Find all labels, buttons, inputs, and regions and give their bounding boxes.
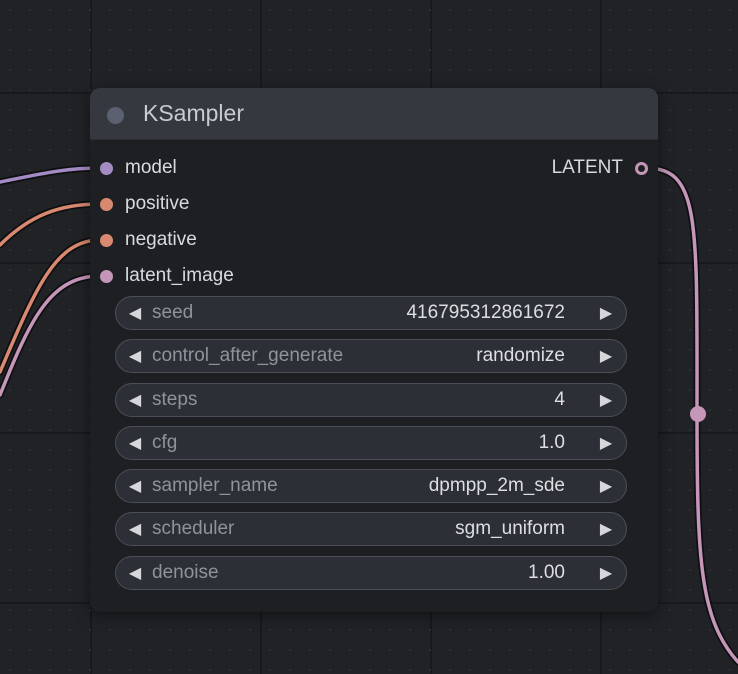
positive-pin-icon[interactable] <box>100 197 113 211</box>
input-label-latent-image: latent_image <box>125 265 234 286</box>
widget-value[interactable]: 1.00 <box>528 562 565 584</box>
latent-image-pin-icon[interactable] <box>100 269 113 283</box>
widget-name: denoise <box>152 562 219 583</box>
decrement-arrow-icon[interactable]: ◀ <box>126 519 144 539</box>
node-title: KSampler <box>143 100 244 126</box>
widget-value[interactable]: dpmpp_2m_sde <box>429 475 565 497</box>
increment-arrow-icon[interactable]: ▶ <box>597 346 615 366</box>
increment-arrow-icon[interactable]: ▶ <box>597 390 615 410</box>
ksampler-node[interactable]: KSampler model positive negative latent_… <box>90 88 658 612</box>
increment-arrow-icon[interactable]: ▶ <box>597 433 615 453</box>
widget-name: seed <box>152 302 194 323</box>
negative-pin-icon[interactable] <box>100 233 113 247</box>
widget-name: scheduler <box>152 518 235 539</box>
latent-output-pin-icon[interactable] <box>635 161 648 175</box>
widget-steps[interactable]: ◀ steps 4 ▶ <box>115 383 627 417</box>
widget-name: cfg <box>152 432 178 453</box>
increment-arrow-icon[interactable]: ▶ <box>597 563 615 583</box>
input-slot-model[interactable]: model <box>100 155 177 181</box>
widget-seed[interactable]: ◀ seed 416795312861672 ▶ <box>115 296 627 330</box>
widget-name: steps <box>152 389 198 410</box>
node-header[interactable]: KSampler <box>90 88 658 140</box>
input-label-positive: positive <box>125 193 190 214</box>
decrement-arrow-icon[interactable]: ◀ <box>126 433 144 453</box>
wire-reroute-midpoint[interactable] <box>690 406 706 422</box>
increment-arrow-icon[interactable]: ▶ <box>597 303 615 323</box>
input-label-model: model <box>125 157 177 178</box>
input-slot-latent-image[interactable]: latent_image <box>100 263 234 289</box>
decrement-arrow-icon[interactable]: ◀ <box>126 390 144 410</box>
widget-denoise[interactable]: ◀ denoise 1.00 ▶ <box>115 556 627 590</box>
input-slot-positive[interactable]: positive <box>100 191 189 217</box>
widget-control-after-generate[interactable]: ◀ control_after_generate randomize ▶ <box>115 339 627 373</box>
decrement-arrow-icon[interactable]: ◀ <box>126 303 144 323</box>
output-label-latent: LATENT <box>551 157 623 178</box>
input-label-negative: negative <box>125 229 197 250</box>
widget-value[interactable]: 1.0 <box>539 432 565 454</box>
collapse-dot-icon[interactable] <box>107 107 124 124</box>
increment-arrow-icon[interactable]: ▶ <box>597 519 615 539</box>
widget-sampler-name[interactable]: ◀ sampler_name dpmpp_2m_sde ▶ <box>115 469 627 503</box>
decrement-arrow-icon[interactable]: ◀ <box>126 563 144 583</box>
model-pin-icon[interactable] <box>100 161 113 175</box>
widget-scheduler[interactable]: ◀ scheduler sgm_uniform ▶ <box>115 512 627 546</box>
widget-value[interactable]: randomize <box>476 345 565 367</box>
widget-value[interactable]: 416795312861672 <box>406 302 565 324</box>
input-slot-negative[interactable]: negative <box>100 227 197 253</box>
increment-arrow-icon[interactable]: ▶ <box>597 476 615 496</box>
decrement-arrow-icon[interactable]: ◀ <box>126 346 144 366</box>
output-slot-latent[interactable]: LATENT <box>552 155 648 181</box>
widget-cfg[interactable]: ◀ cfg 1.0 ▶ <box>115 426 627 460</box>
decrement-arrow-icon[interactable]: ◀ <box>126 476 144 496</box>
widget-name: sampler_name <box>152 475 278 496</box>
widget-value[interactable]: sgm_uniform <box>455 518 565 540</box>
widget-value[interactable]: 4 <box>554 389 565 411</box>
widget-name: control_after_generate <box>152 345 344 366</box>
